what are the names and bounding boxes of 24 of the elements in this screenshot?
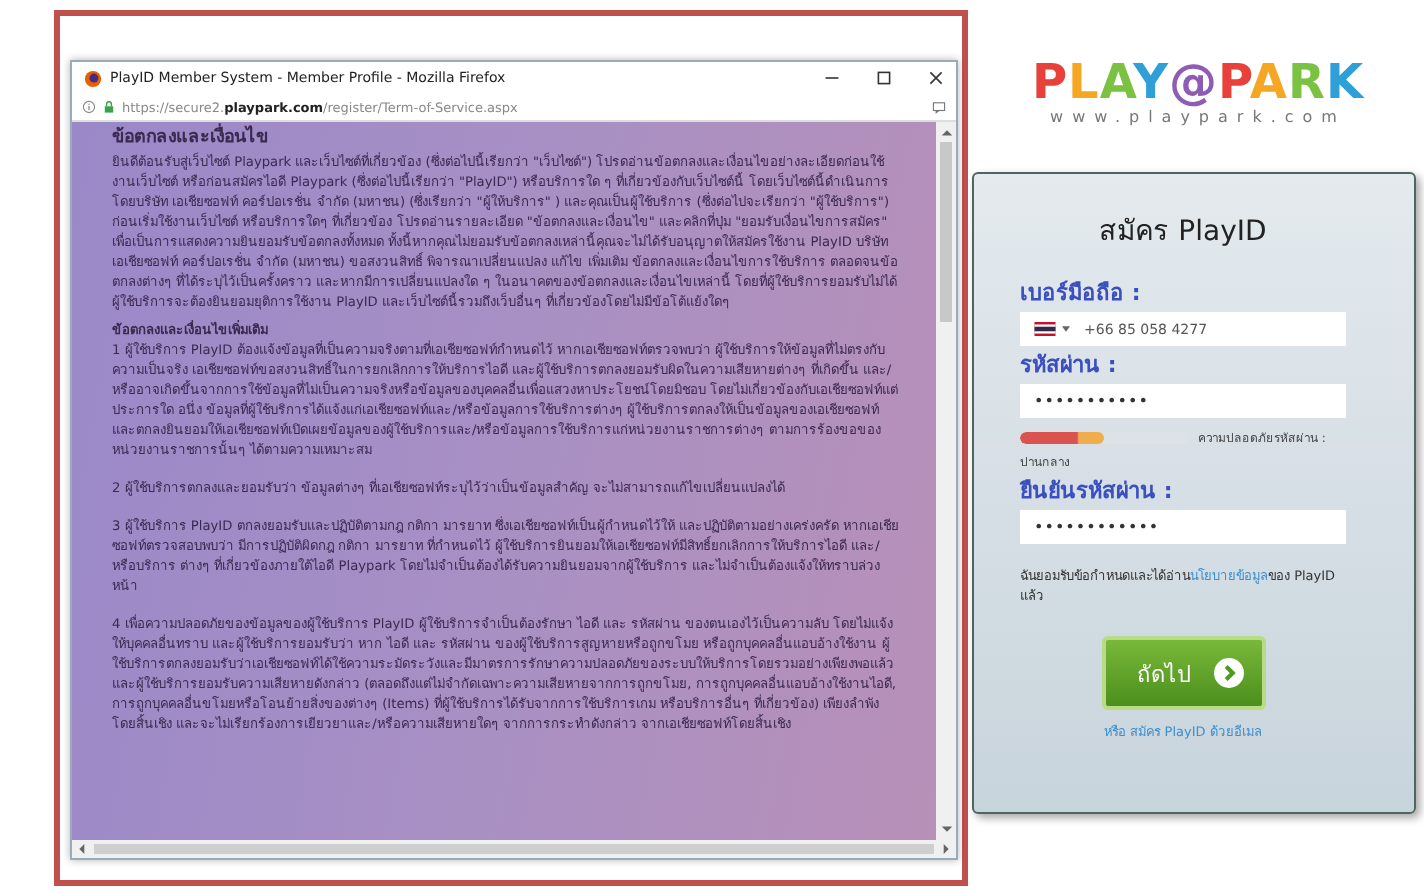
browser-logo-icon [84, 69, 102, 87]
password-field[interactable]: ••••••••••• [1020, 384, 1346, 418]
scroll-right-icon[interactable] [942, 842, 952, 856]
scroll-up-icon[interactable] [939, 126, 953, 138]
field-label: ยืนยันรหัสผ่าน : [1020, 478, 1175, 506]
card-title: สมัคร PlayID [1097, 214, 1269, 252]
arrow-circle-icon [1213, 658, 1243, 688]
scroll-down-icon[interactable] [939, 824, 953, 836]
field-label: เบอร์มือถือ : [1020, 280, 1143, 308]
lock-icon [102, 100, 116, 114]
horizontal-scrollbar[interactable] [72, 840, 956, 858]
reader-view-icon[interactable] [932, 100, 946, 114]
flag-icon[interactable] [1034, 322, 1056, 336]
scroll-left-icon[interactable] [76, 842, 86, 856]
password-field[interactable]: •••••••••••• [1020, 510, 1346, 544]
logo-tagline: www.playpark.com [1050, 107, 1346, 125]
close-icon[interactable] [928, 70, 944, 86]
caret-icon[interactable] [1062, 326, 1070, 332]
field-label: รหัสผ่าน : [1020, 352, 1119, 380]
terms-heading: ข้อตกลงและเงื่อนไข [112, 126, 900, 152]
logo: PLAY@PARK [1031, 55, 1365, 107]
vertical-scrollbar[interactable] [936, 122, 956, 840]
maximize-icon[interactable] [876, 70, 892, 86]
info-icon[interactable] [82, 100, 96, 114]
